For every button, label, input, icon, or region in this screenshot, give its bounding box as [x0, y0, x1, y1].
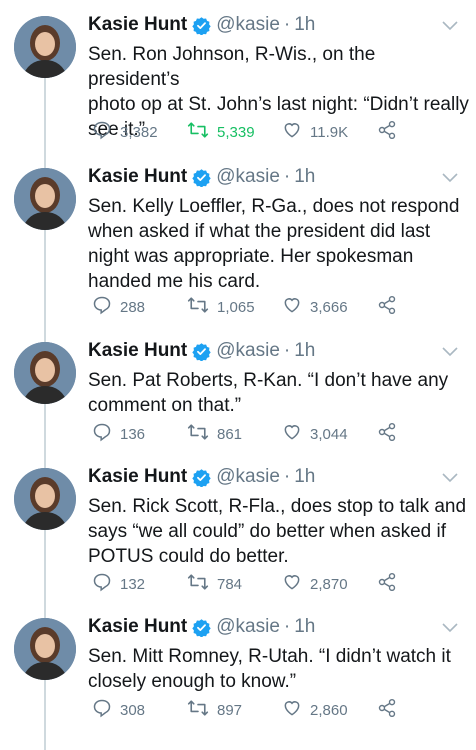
like-count: 3,044	[310, 425, 348, 443]
tweet-actions: 3,382 5,339 11.9K	[92, 120, 397, 144]
separator-dot: ·	[283, 166, 291, 187]
share-button[interactable]	[377, 120, 397, 144]
author-handle[interactable]: @kasie	[216, 166, 280, 188]
share-button[interactable]	[377, 572, 397, 596]
like-count: 2,870	[310, 575, 348, 593]
reply-count: 3,382	[120, 123, 158, 141]
reply-icon	[92, 698, 120, 722]
timestamp[interactable]: 1h	[294, 466, 315, 488]
timestamp[interactable]: 1h	[294, 616, 315, 638]
retweet-button[interactable]: 5,339	[187, 120, 282, 144]
reply-button[interactable]: 132	[92, 572, 187, 596]
chevron-down-icon[interactable]	[442, 470, 458, 488]
tweet-actions: 288 1,065 3,666	[92, 295, 397, 319]
like-button[interactable]: 3,666	[282, 295, 377, 319]
retweet-count: 5,339	[217, 123, 255, 141]
tweet-text: Sen. Kelly Loeffler, R-Ga., does not res…	[88, 196, 460, 292]
heart-icon	[282, 422, 310, 446]
heart-icon	[282, 698, 310, 722]
separator-dot: ·	[283, 466, 291, 487]
author-name[interactable]: Kasie Hunt	[88, 340, 187, 362]
heart-icon	[282, 120, 310, 144]
author-name[interactable]: Kasie Hunt	[88, 616, 187, 638]
timestamp[interactable]: 1h	[294, 14, 315, 36]
author-handle[interactable]: @kasie	[216, 466, 280, 488]
reply-count: 308	[120, 701, 146, 719]
author-handle[interactable]: @kasie	[216, 14, 280, 36]
share-icon	[377, 422, 397, 446]
avatar[interactable]	[14, 468, 76, 530]
retweet-count: 784	[217, 575, 243, 593]
like-count: 2,860	[310, 701, 348, 719]
share-icon	[377, 698, 397, 722]
share-icon	[377, 572, 397, 596]
like-button[interactable]: 2,860	[282, 698, 377, 722]
share-icon	[377, 120, 397, 144]
tweet-actions: 132 784 2,870	[92, 572, 397, 596]
timestamp[interactable]: 1h	[294, 166, 315, 188]
retweet-count: 897	[217, 701, 243, 719]
retweet-icon	[187, 120, 217, 144]
like-button[interactable]: 2,870	[282, 572, 377, 596]
reply-icon	[92, 120, 120, 144]
verified-badge-icon	[192, 468, 211, 487]
author-name[interactable]: Kasie Hunt	[88, 14, 187, 36]
share-icon	[377, 295, 397, 319]
like-count: 3,666	[310, 298, 348, 316]
reply-count: 136	[120, 425, 146, 443]
retweet-icon	[187, 422, 217, 446]
retweet-button[interactable]: 897	[187, 698, 282, 722]
reply-icon	[92, 572, 120, 596]
reply-count: 288	[120, 298, 146, 316]
avatar[interactable]	[14, 342, 76, 404]
author-name[interactable]: Kasie Hunt	[88, 166, 187, 188]
retweet-count: 861	[217, 425, 243, 443]
chevron-down-icon[interactable]	[442, 170, 458, 188]
separator-dot: ·	[283, 340, 291, 361]
separator-dot: ·	[283, 14, 291, 35]
verified-badge-icon	[192, 168, 211, 187]
reply-button[interactable]: 308	[92, 698, 187, 722]
retweet-button[interactable]: 784	[187, 572, 282, 596]
tweet-actions: 136 861 3,044	[92, 422, 397, 446]
author-name[interactable]: Kasie Hunt	[88, 466, 187, 488]
reply-count: 132	[120, 575, 146, 593]
avatar[interactable]	[14, 168, 76, 230]
author-handle[interactable]: @kasie	[216, 616, 280, 638]
tweet-text: Sen. Pat Roberts, R-Kan. “I don’t have a…	[88, 370, 449, 416]
reply-icon	[92, 422, 120, 446]
author-handle[interactable]: @kasie	[216, 340, 280, 362]
like-button[interactable]: 11.9K	[282, 120, 377, 144]
retweet-icon	[187, 572, 217, 596]
like-button[interactable]: 3,044	[282, 422, 377, 446]
timestamp[interactable]: 1h	[294, 340, 315, 362]
verified-badge-icon	[192, 16, 211, 35]
reply-button[interactable]: 136	[92, 422, 187, 446]
share-button[interactable]	[377, 422, 397, 446]
reply-button[interactable]: 3,382	[92, 120, 187, 144]
tweet-text: Sen. Rick Scott, R-Fla., does stop to ta…	[88, 496, 467, 567]
chevron-down-icon[interactable]	[442, 18, 458, 36]
heart-icon	[282, 572, 310, 596]
share-button[interactable]	[377, 295, 397, 319]
avatar[interactable]	[14, 618, 76, 680]
retweet-count: 1,065	[217, 298, 255, 316]
heart-icon	[282, 295, 310, 319]
reply-button[interactable]: 288	[92, 295, 187, 319]
retweet-button[interactable]: 861	[187, 422, 282, 446]
separator-dot: ·	[283, 616, 291, 637]
share-button[interactable]	[377, 698, 397, 722]
avatar[interactable]	[14, 16, 76, 78]
like-count: 11.9K	[310, 123, 349, 141]
chevron-down-icon[interactable]	[442, 620, 458, 638]
verified-badge-icon	[192, 342, 211, 361]
retweet-button[interactable]: 1,065	[187, 295, 282, 319]
tweet-text: Sen. Mitt Romney, R-Utah. “I didn’t watc…	[88, 646, 451, 692]
chevron-down-icon[interactable]	[442, 344, 458, 362]
retweet-icon	[187, 295, 217, 319]
retweet-icon	[187, 698, 217, 722]
tweet-actions: 308 897 2,860	[92, 698, 397, 722]
reply-icon	[92, 295, 120, 319]
verified-badge-icon	[192, 618, 211, 637]
